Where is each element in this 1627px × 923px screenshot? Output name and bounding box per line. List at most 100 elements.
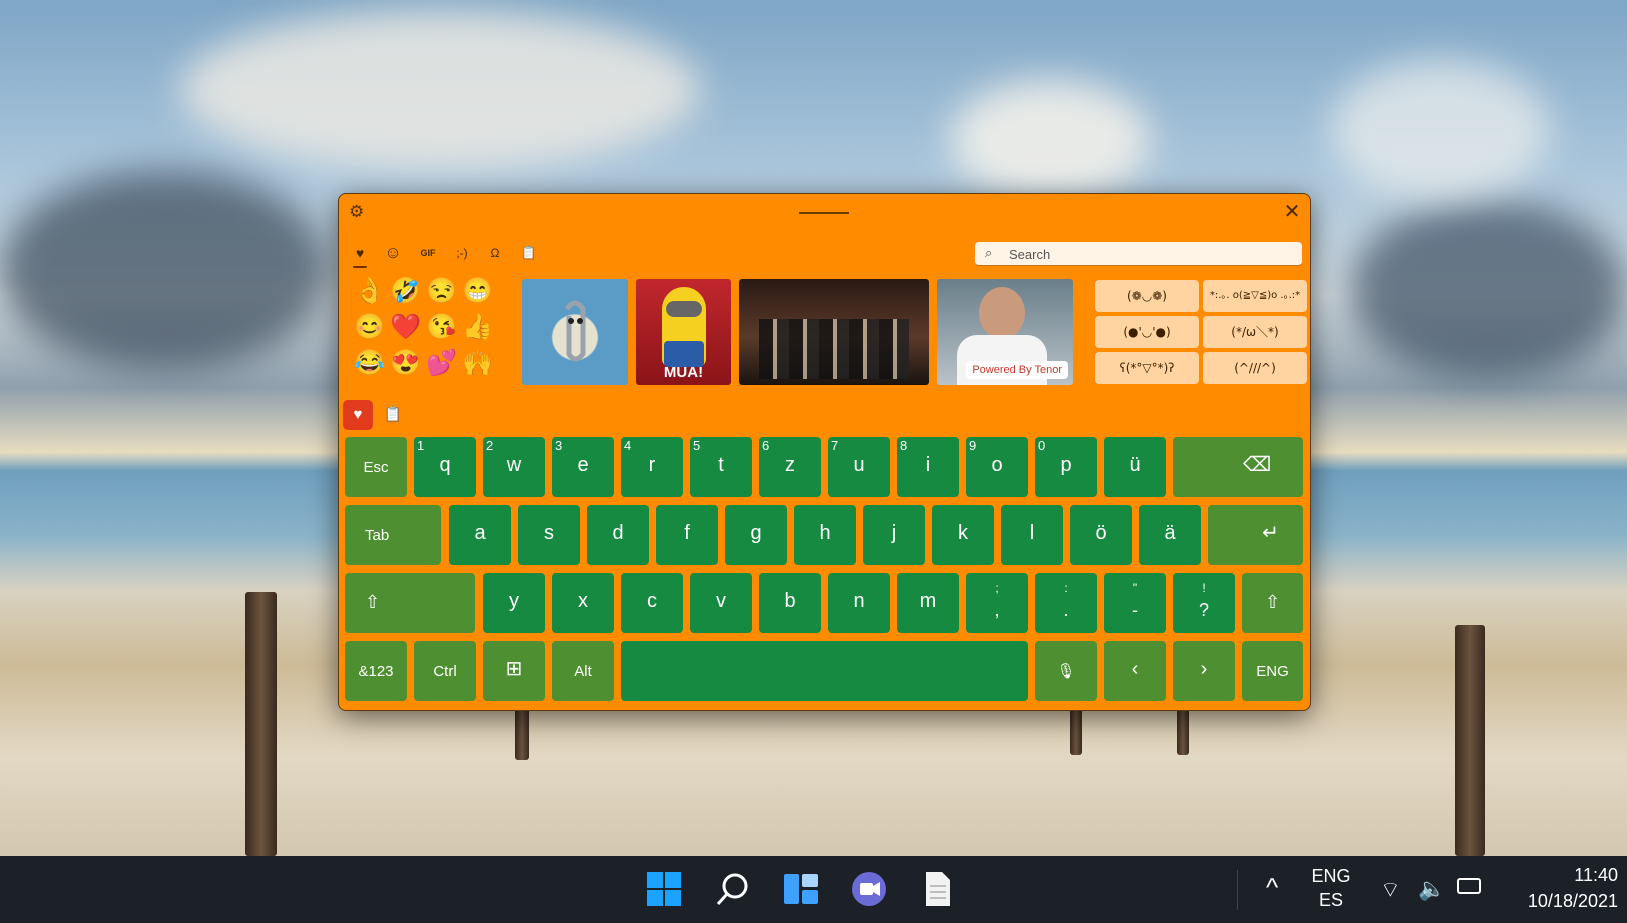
key-f[interactable]: f: [656, 505, 718, 565]
key-o-umlaut[interactable]: ö: [1070, 505, 1132, 565]
kaomoji-item[interactable]: *:.｡. o(≧▽≦)o .｡.:*: [1203, 280, 1307, 312]
kaomoji-item[interactable]: (❁◡❁): [1095, 280, 1199, 312]
key-right-arrow[interactable]: ›: [1173, 641, 1235, 701]
gif-tab[interactable]: GIF: [416, 242, 440, 264]
key-j[interactable]: j: [863, 505, 925, 565]
close-button[interactable]: ✕: [1279, 200, 1305, 224]
key-p[interactable]: 0p: [1035, 437, 1097, 497]
key-g[interactable]: g: [725, 505, 787, 565]
emoji-tab[interactable]: ☺: [383, 242, 403, 264]
emoji-item[interactable]: 😘: [425, 310, 459, 344]
emoji-panel-toggle[interactable]: ♥: [343, 400, 373, 430]
gear-icon[interactable]: ⚙: [349, 202, 364, 222]
emoji-item[interactable]: 💕: [425, 346, 459, 380]
key-esc[interactable]: Esc: [345, 437, 407, 497]
key-period[interactable]: :.: [1035, 573, 1097, 633]
notepad-button[interactable]: [914, 866, 960, 912]
emoji-item[interactable]: 😒: [425, 274, 459, 308]
chevron-right-icon: ›: [1200, 658, 1208, 680]
emoji-item[interactable]: 👍: [461, 310, 495, 344]
gif-thumbnail[interactable]: Powered By Tenor: [937, 279, 1073, 385]
key-a[interactable]: a: [449, 505, 511, 565]
wifi-icon[interactable]: ⌔: [1380, 876, 1401, 904]
key-q[interactable]: 1q: [414, 437, 476, 497]
key-i[interactable]: 8i: [897, 437, 959, 497]
key-question[interactable]: !?: [1173, 573, 1235, 633]
gif-thumbnail[interactable]: MUA!: [636, 279, 731, 385]
enter-key[interactable]: ↵: [1208, 505, 1303, 565]
backspace-key[interactable]: ⌫: [1173, 437, 1303, 497]
key-c[interactable]: c: [621, 573, 683, 633]
search-button[interactable]: [710, 866, 756, 912]
key-d[interactable]: d: [587, 505, 649, 565]
teams-chat-button[interactable]: [846, 866, 892, 912]
key-e[interactable]: 3e: [552, 437, 614, 497]
kaomoji-tab[interactable]: ;-): [451, 242, 473, 264]
kaomoji-item[interactable]: (^///^): [1203, 352, 1307, 384]
key-left-arrow[interactable]: ‹: [1104, 641, 1166, 701]
key-h[interactable]: h: [794, 505, 856, 565]
key-k[interactable]: k: [932, 505, 994, 565]
left-shift-key[interactable]: ⇧: [345, 573, 475, 633]
key-tab[interactable]: Tab: [345, 505, 441, 565]
kaomoji-item[interactable]: ʕ(*°▽°*)ʔ: [1095, 352, 1199, 384]
emoji-item[interactable]: 🙌: [461, 346, 495, 380]
space-bar[interactable]: [621, 641, 1028, 701]
volume-icon[interactable]: 🔈: [1418, 876, 1445, 902]
key-x[interactable]: x: [552, 573, 614, 633]
emoji-item[interactable]: 😊: [353, 310, 387, 344]
key-symbols[interactable]: &123: [345, 641, 407, 701]
key-u-umlaut[interactable]: ü: [1104, 437, 1166, 497]
emoji-item[interactable]: 😂: [353, 346, 387, 380]
search-input[interactable]: ⌕ Search: [975, 242, 1302, 266]
key-a-umlaut[interactable]: ä: [1139, 505, 1201, 565]
symbols-tab[interactable]: Ω: [485, 242, 505, 264]
key-v[interactable]: v: [690, 573, 752, 633]
key-alt[interactable]: Alt: [552, 641, 614, 701]
gif-thumbnail[interactable]: [739, 279, 929, 385]
language-indicator[interactable]: ENG ES: [1306, 866, 1356, 911]
key-hyphen[interactable]: " -: [1104, 573, 1166, 633]
key-u[interactable]: 7u: [828, 437, 890, 497]
emoji-item[interactable]: ❤️: [389, 310, 423, 344]
favorites-tab[interactable]: ♥: [350, 242, 370, 264]
key-windows[interactable]: ⊞: [483, 641, 545, 701]
widgets-button[interactable]: [778, 866, 824, 912]
key-o[interactable]: 9o: [966, 437, 1028, 497]
key-b[interactable]: b: [759, 573, 821, 633]
key-y[interactable]: y: [483, 573, 545, 633]
key-w[interactable]: 2w: [483, 437, 545, 497]
emoji-item[interactable]: 🤣: [389, 274, 423, 308]
key-t[interactable]: 5t: [690, 437, 752, 497]
key-language[interactable]: ENG: [1242, 641, 1303, 701]
tray-divider: [1237, 870, 1238, 910]
clipboard-tab[interactable]: 📋: [519, 242, 539, 264]
crowd-figures: [759, 319, 909, 379]
title-bar[interactable]: ⚙ ✕: [339, 194, 1310, 230]
key-z[interactable]: 6z: [759, 437, 821, 497]
emoji-item[interactable]: 👌: [353, 274, 387, 308]
right-shift-key[interactable]: ⇧: [1242, 573, 1303, 633]
clipboard-toggle[interactable]: 📋: [378, 400, 408, 430]
battery-icon[interactable]: [1457, 878, 1481, 894]
kaomoji-item[interactable]: (*/ω＼*): [1203, 316, 1307, 348]
key-ctrl[interactable]: Ctrl: [414, 641, 476, 701]
key-s[interactable]: s: [518, 505, 580, 565]
shift-icon: ⇧: [1264, 592, 1281, 612]
emoji-item[interactable]: 😍: [389, 346, 423, 380]
gif-thumbnail[interactable]: [522, 279, 628, 385]
touch-keyboard-panel: ⚙ ✕ ♥ ☺ GIF ;-) Ω 📋 ⌕ Search 👌 🤣 😒 😁 😊 ❤…: [338, 193, 1311, 711]
key-comma[interactable]: ;,: [966, 573, 1028, 633]
key-microphone[interactable]: 🎙: [1035, 641, 1097, 701]
key-m[interactable]: m: [897, 573, 959, 633]
kaomoji-item[interactable]: (●'◡'●): [1095, 316, 1199, 348]
drag-handle[interactable]: [799, 212, 849, 214]
key-n[interactable]: n: [828, 573, 890, 633]
clock[interactable]: 11:40 10/18/2021: [1500, 865, 1618, 912]
key-r[interactable]: 4r: [621, 437, 683, 497]
chevron-up-icon[interactable]: ^: [1266, 872, 1278, 903]
key-l[interactable]: l: [1001, 505, 1063, 565]
start-button[interactable]: [641, 866, 687, 912]
emoji-item[interactable]: 😁: [461, 274, 495, 308]
windows-icon: ⊞: [505, 658, 523, 680]
